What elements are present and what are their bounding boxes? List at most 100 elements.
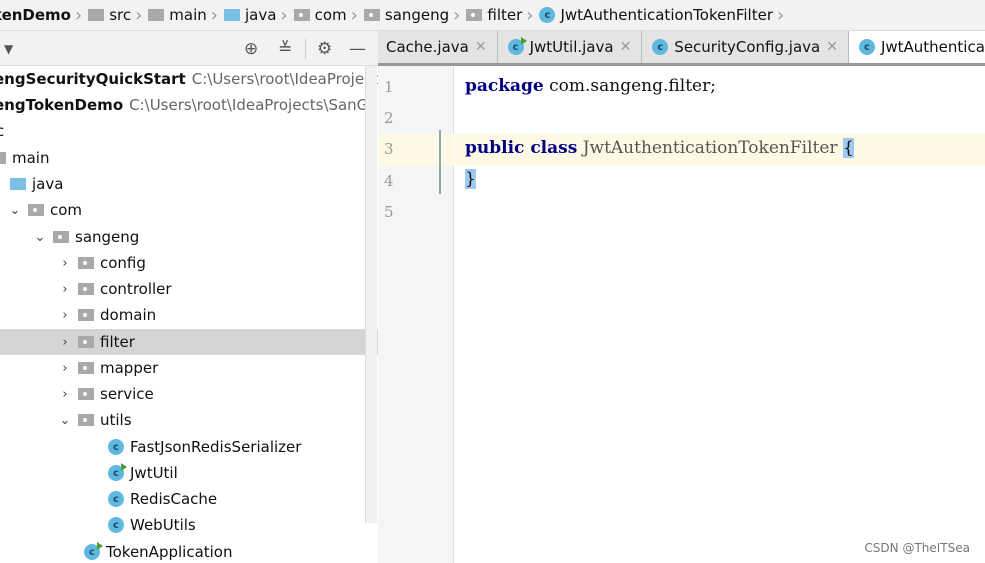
close-icon[interactable]: ✕ <box>826 39 838 55</box>
item-label: filter <box>100 333 135 351</box>
dropdown-icon[interactable]: ▼ <box>4 42 13 56</box>
runnable-class-icon: c <box>507 37 527 55</box>
tree-item[interactable]: engTokenDemo C:\Users\root\IdeaProjects\S… <box>0 92 378 118</box>
tree-item-filter[interactable]: › filter <box>0 329 378 355</box>
crumb-label: src <box>109 6 132 24</box>
tab-securityconfig[interactable]: c SecurityConfig.java ✕ <box>642 31 849 63</box>
package-icon <box>78 257 94 269</box>
crumb-label: filter <box>487 6 523 24</box>
package-icon <box>78 309 94 321</box>
line-number: 3 <box>384 140 394 158</box>
item-label: RedisCache <box>130 490 218 508</box>
package-icon <box>78 414 94 426</box>
tree-item[interactable]: c <box>0 118 361 144</box>
tree-item-application[interactable]: c TokenApplication <box>0 539 365 563</box>
gear-icon[interactable]: ⚙ <box>317 39 332 59</box>
minimize-icon[interactable]: — <box>349 39 366 59</box>
folder-icon <box>88 9 105 21</box>
item-label: engSecurityQuickStart <box>0 70 186 88</box>
package-icon <box>78 283 94 295</box>
breadcrumb-filter[interactable]: filter <box>460 6 526 24</box>
chevron-right-icon[interactable]: › <box>58 335 72 350</box>
chevron-right-icon: › <box>453 4 461 26</box>
breadcrumb: kenDemo› src› main› java› com› sangeng› … <box>0 0 985 31</box>
package-icon <box>78 362 94 374</box>
class-icon: c <box>108 517 124 533</box>
item-label: mapper <box>100 359 159 377</box>
item-label: TokenApplication <box>106 543 233 561</box>
tab-rediscache[interactable]: Cache.java ✕ <box>378 31 498 63</box>
chevron-down-icon[interactable]: ⌄ <box>33 230 47 245</box>
class-icon: c <box>108 439 124 455</box>
breadcrumb-src[interactable]: src <box>82 6 135 24</box>
tree-item-utils[interactable]: ⌄ utils <box>0 407 365 433</box>
package-icon <box>78 388 94 400</box>
crumb-label: java <box>244 6 277 24</box>
tree-item-mapper[interactable]: › mapper <box>0 355 365 381</box>
crumb-label: JwtAuthenticationTokenFilter <box>560 6 773 24</box>
breadcrumb-main[interactable]: main <box>142 6 210 24</box>
matched-brace: { <box>842 138 854 158</box>
class-icon: c <box>652 39 669 55</box>
item-label: service <box>100 385 154 403</box>
tree-item-main[interactable]: main <box>0 145 355 171</box>
breadcrumb-java[interactable]: java <box>218 6 280 24</box>
class-icon: c <box>858 39 875 55</box>
tree-item-domain[interactable]: › domain <box>0 302 365 328</box>
breadcrumb-sangeng[interactable]: sangeng <box>358 6 453 24</box>
tab-label: SecurityConfig.java <box>674 38 821 56</box>
close-icon[interactable]: ✕ <box>620 39 632 55</box>
tree-scrollbar[interactable] <box>365 66 377 523</box>
keyword: public class <box>465 138 578 158</box>
chevron-down-icon[interactable]: ⌄ <box>8 203 22 218</box>
chevron-right-icon[interactable]: › <box>58 308 72 323</box>
package-icon <box>78 336 94 348</box>
line-number: 2 <box>384 109 394 127</box>
locate-icon[interactable]: ⊕ <box>244 39 258 59</box>
tree-item-class[interactable]: c RedisCache <box>0 486 365 512</box>
tab-jwtauthenticationtokenfilter[interactable]: c JwtAuthenticationT <box>848 31 985 63</box>
package-icon <box>363 9 380 21</box>
item-label: sangeng <box>75 228 140 246</box>
tree-item-com[interactable]: ⌄ com <box>0 197 365 223</box>
close-icon[interactable]: ✕ <box>475 39 487 55</box>
breadcrumb-class[interactable]: c JwtAuthenticationTokenFilter <box>533 6 777 24</box>
breadcrumb-com[interactable]: com <box>288 6 351 24</box>
chevron-right-icon[interactable]: › <box>58 361 72 376</box>
source-folder-icon <box>10 178 26 190</box>
project-toolbar: ▼ ⊕ ≚ ⚙ — <box>0 31 378 66</box>
tree-item-config[interactable]: › config <box>0 250 365 276</box>
editor-tabs: Cache.java ✕ c JwtUtil.java ✕ c SecurityConf… <box>378 31 985 66</box>
class-icon: c <box>539 7 556 23</box>
chevron-right-icon: › <box>280 4 288 26</box>
package-icon <box>28 204 44 216</box>
class-name: JwtAuthenticationTokenFilter <box>577 138 843 158</box>
tree-item-class[interactable]: c WebUtils <box>0 512 365 538</box>
tree-item-java[interactable]: java <box>0 171 365 197</box>
chevron-right-icon[interactable]: › <box>58 387 72 402</box>
package-name: com.sangeng.filter; <box>543 76 716 96</box>
collapse-all-icon[interactable]: ≚ <box>278 39 292 59</box>
breadcrumb-project[interactable]: kenDemo <box>0 6 75 24</box>
package-icon <box>53 231 69 243</box>
tree-item-class[interactable]: c JwtUtil <box>0 460 365 486</box>
chevron-right-icon: › <box>777 4 785 26</box>
tab-jwtutil[interactable]: c JwtUtil.java ✕ <box>498 31 643 63</box>
brace-scope-indicator <box>439 130 441 194</box>
item-label: main <box>12 149 50 167</box>
keyword: package <box>465 76 544 96</box>
tree-item[interactable]: engSecurityQuickStart C:\Users\root\IdeaP… <box>0 66 378 92</box>
chevron-right-icon[interactable]: › <box>58 282 72 297</box>
class-icon: c <box>108 491 124 507</box>
code-editor[interactable]: package com.sangeng.filter; public class… <box>455 66 985 563</box>
tree-item-controller[interactable]: › controller <box>0 276 365 302</box>
tree-item-class[interactable]: c FastJsonRedisSerializer <box>0 434 365 460</box>
chevron-right-icon[interactable]: › <box>58 256 72 271</box>
tree-item-service[interactable]: › service <box>0 381 365 407</box>
tree-item-sangeng[interactable]: ⌄ sangeng <box>0 224 365 250</box>
code-line: package com.sangeng.filter; <box>465 76 716 96</box>
chevron-down-icon[interactable]: ⌄ <box>58 413 72 428</box>
crumb-label: main <box>169 6 207 24</box>
item-label: c <box>0 122 5 140</box>
item-path: C:\Users\root\IdeaProjects\S <box>191 70 378 88</box>
